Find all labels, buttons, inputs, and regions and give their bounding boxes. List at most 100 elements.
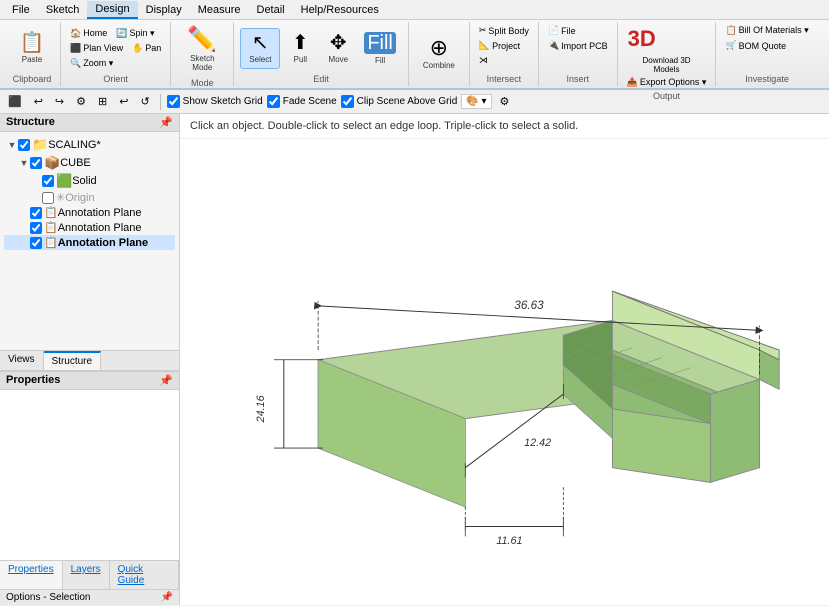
fill-icon: Fill — [364, 32, 396, 54]
ribbon-section-mode: ✏️ SketchMode Mode — [171, 22, 234, 86]
menu-measure[interactable]: Measure — [190, 2, 249, 18]
layers-tab[interactable]: Layers — [63, 561, 110, 589]
checkbox-annotation3[interactable] — [30, 237, 42, 249]
sketch-mode-button[interactable]: ✏️ SketchMode — [177, 24, 227, 76]
orient-label: Orient — [103, 72, 128, 84]
properties-pin[interactable]: 📌 — [159, 374, 173, 387]
ribbon-section-intersect: ✂ Split Body 📐 Project ⋊ Intersect — [470, 22, 539, 86]
properties-tab[interactable]: Properties — [0, 561, 63, 589]
pin-icon[interactable]: 📌 — [159, 116, 173, 129]
tree-item-annotation3[interactable]: 📋 Annotation Plane — [4, 235, 175, 250]
undo-button[interactable]: ↩ — [30, 93, 47, 110]
cube-label: CUBE — [60, 157, 91, 169]
checkbox-cube[interactable] — [30, 157, 42, 169]
clip-scene-input[interactable] — [341, 95, 354, 108]
svg-text:24.16: 24.16 — [255, 395, 267, 423]
menu-detail[interactable]: Detail — [249, 2, 293, 18]
export-icon: 📤 — [627, 77, 638, 88]
split-body-button[interactable]: ✂ Split Body — [476, 24, 532, 37]
fade-scene-input[interactable] — [267, 95, 280, 108]
options-pin[interactable]: 📌 — [161, 592, 173, 603]
toolbar-settings[interactable]: ⚙ — [496, 93, 514, 110]
tree-item-origin[interactable]: ✳ Origin — [4, 190, 175, 205]
views-tab[interactable]: Views — [0, 351, 44, 370]
annotation1-label: Annotation Plane — [58, 207, 142, 219]
properties-header: Properties 📌 — [0, 372, 179, 390]
show-sketch-grid-checkbox[interactable]: Show Sketch Grid — [167, 95, 263, 108]
home-button[interactable]: 🏠 Home — [67, 27, 110, 40]
svg-text:11.61: 11.61 — [496, 535, 522, 547]
svg-text:36.63: 36.63 — [514, 299, 544, 312]
download-3d-button[interactable]: 3D — [624, 24, 710, 54]
select-button[interactable]: ↖ Select — [240, 28, 280, 69]
mode-label: Mode — [191, 76, 214, 88]
bill-of-materials-button[interactable]: 📋 Bill Of Materials ▾ — [722, 24, 811, 37]
checkbox-scaling[interactable] — [18, 139, 30, 151]
plan-view-button[interactable]: ⬛ Plan View — [67, 42, 126, 55]
expand-scaling[interactable]: ▼ — [6, 140, 18, 150]
intersect-extra[interactable]: ⋊ — [476, 54, 532, 67]
fill-button[interactable]: Fill Fill — [358, 28, 402, 69]
left-panel: Structure 📌 ▼ 📁 SCALING* ▼ 📦 CUBE — [0, 114, 180, 605]
export-button[interactable]: 📤 Export Options ▾ — [624, 76, 710, 89]
move-button[interactable]: ✥ Move — [320, 29, 356, 68]
select-buttons: ↖ Select ⬆ Pull ✥ Move Fill Fill — [240, 24, 402, 72]
ribbon-section-insert: 📄 File 🔌 Import PCB Insert — [539, 22, 618, 86]
project-button[interactable]: 📐 Project — [476, 39, 532, 52]
options-label: Options - Selection — [6, 592, 91, 603]
annotation3-label: Annotation Plane — [58, 237, 148, 249]
menu-sketch[interactable]: Sketch — [38, 2, 88, 18]
tree-item-annotation1[interactable]: 📋 Annotation Plane — [4, 205, 175, 220]
toolbar: ⬛ ↩ ↪ ⚙ ⊞ ↩ ↺ Show Sketch Grid Fade Scen… — [0, 90, 829, 114]
tree-item-annotation2[interactable]: 📋 Annotation Plane — [4, 220, 175, 235]
pan-button[interactable]: ✋ Pan — [129, 42, 164, 55]
spin-icon: 🔄 — [116, 28, 127, 39]
spin-button[interactable]: 🔄 Spin ▾ — [113, 27, 157, 40]
clip-scene-checkbox[interactable]: Clip Scene Above Grid — [341, 95, 458, 108]
plan-view-icon: ⬛ — [70, 43, 81, 54]
clipboard-buttons: 📋 Paste — [10, 24, 54, 72]
fade-scene-checkbox[interactable]: Fade Scene — [267, 95, 337, 108]
expand-cube[interactable]: ▼ — [18, 158, 30, 168]
options-bar: Options - Selection 📌 — [0, 589, 179, 605]
toolbar-icon1[interactable]: ⬛ — [4, 93, 26, 110]
menu-help[interactable]: Help/Resources — [293, 2, 387, 18]
ribbon-section-combine: ⊕ Combine — [409, 22, 470, 86]
viewport[interactable]: Click an object. Double-click to select … — [180, 114, 829, 605]
annotation-icon1: 📋 — [44, 206, 58, 219]
toolbar-icon2[interactable]: ⚙ — [72, 93, 90, 110]
ribbon-section-output: 3D Download 3DModels 📤 Export Options ▾ … — [618, 22, 717, 86]
tree-item-solid[interactable]: 🟩 Solid — [4, 172, 175, 190]
quick-guide-tab[interactable]: Quick Guide — [110, 561, 179, 589]
combine-button[interactable]: ⊕ Combine — [415, 33, 463, 74]
menu-bar: File Sketch Design Display Measure Detai… — [0, 0, 829, 20]
bom-quote-button[interactable]: 🛒 BOM Quote — [722, 39, 811, 52]
file-icon: 📄 — [548, 25, 559, 36]
menu-display[interactable]: Display — [138, 2, 190, 18]
tree-item-scaling[interactable]: ▼ 📁 SCALING* — [4, 136, 175, 154]
file-button[interactable]: 📄 File — [545, 24, 611, 37]
redo-button[interactable]: ↪ — [51, 93, 68, 110]
output-label: Output — [653, 89, 680, 101]
checkbox-origin[interactable] — [42, 192, 54, 204]
zoom-button[interactable]: 🔍 Zoom ▾ — [67, 57, 116, 70]
menu-design[interactable]: Design — [87, 1, 137, 19]
checkbox-annotation2[interactable] — [30, 222, 42, 234]
mode-buttons: ✏️ SketchMode — [177, 24, 227, 76]
menu-file[interactable]: File — [4, 2, 38, 18]
toolbar-icon3[interactable]: ⊞ — [94, 93, 111, 110]
bom-quote-icon: 🛒 — [725, 40, 736, 51]
toolbar-icon5[interactable]: ↺ — [136, 93, 153, 110]
toolbar-icon4[interactable]: ↩ — [115, 93, 132, 110]
import-pcb-button[interactable]: 🔌 Import PCB — [545, 39, 611, 52]
tree-item-cube[interactable]: ▼ 📦 CUBE — [4, 154, 175, 172]
checkbox-annotation1[interactable] — [30, 207, 42, 219]
structure-tab[interactable]: Structure — [44, 351, 102, 370]
canvas-area[interactable]: 36.63 24.16 12.42 11.61 — [180, 144, 829, 605]
pull-button[interactable]: ⬆ Pull — [282, 29, 318, 68]
show-sketch-grid-input[interactable] — [167, 95, 180, 108]
annotation-icon2: 📋 — [44, 221, 58, 234]
toolbar-dropdown[interactable]: 🎨 ▾ — [461, 94, 491, 109]
checkbox-solid[interactable] — [42, 175, 54, 187]
paste-button[interactable]: 📋 Paste — [10, 29, 54, 68]
